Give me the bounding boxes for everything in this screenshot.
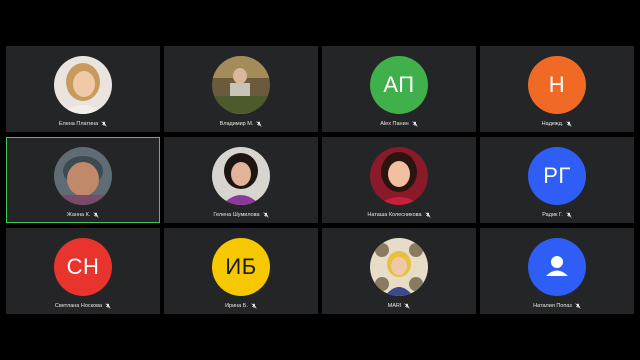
participant-name: Жанна К.	[66, 212, 91, 218]
participant-name: Наташа Колесникова	[367, 212, 422, 218]
avatar-initials-text: АП	[383, 72, 415, 97]
avatar-initials: Н	[528, 56, 586, 114]
avatar-photo	[212, 56, 270, 114]
participant-name: Светлана Носкова	[54, 303, 103, 309]
participant-name: Радик Г.	[542, 212, 563, 218]
mic-muted-icon	[575, 303, 581, 309]
mic-muted-icon	[262, 212, 269, 218]
participant-tile[interactable]: РГ Радик Г.	[480, 137, 634, 223]
avatar-photo	[212, 147, 270, 205]
avatar-photo	[370, 238, 428, 296]
avatar-initials: СН	[54, 238, 112, 296]
mic-muted-icon	[93, 212, 99, 218]
participant-tile[interactable]: ИБ Ирина Б.	[164, 228, 318, 314]
mic-muted-icon	[404, 303, 410, 309]
mic-muted-icon	[251, 303, 257, 309]
mic-muted-icon	[566, 121, 572, 127]
mic-muted-icon	[101, 121, 107, 127]
user-icon	[546, 256, 568, 276]
participant-tile[interactable]: Гелена Шумилова	[164, 137, 318, 223]
avatar-initials-text: Н	[548, 72, 566, 97]
mic-muted-icon	[424, 212, 431, 218]
participant-name: Владимир М.	[219, 121, 254, 127]
participant-tile[interactable]: Наташа Колесникова	[322, 137, 476, 223]
participant-tile[interactable]: СН Светлана Носкова	[6, 228, 160, 314]
participant-tile[interactable]: Наталия Попаз	[480, 228, 634, 314]
avatar-initials-text: ИБ	[225, 254, 257, 279]
participant-tile[interactable]: Владимир М.	[164, 46, 318, 132]
participant-name: Елена Платина	[58, 121, 99, 127]
participant-tile[interactable]: Елена Платина	[6, 46, 160, 132]
avatar-initials: РГ	[528, 147, 586, 205]
participant-name: Наталия Попаз	[533, 303, 572, 309]
avatar-initials: ИБ	[212, 238, 270, 296]
avatar-initials-text: РГ	[543, 163, 571, 188]
mic-muted-icon	[105, 303, 111, 309]
avatar-initials: АП	[370, 56, 428, 114]
mic-muted-icon	[566, 212, 572, 218]
participant-name: Надежд.	[541, 121, 564, 127]
mic-muted-icon	[412, 121, 418, 127]
participant-grid: Елена Платина Владимир М. АП Alex Панин …	[6, 46, 634, 314]
participant-tile[interactable]: АП Alex Панин	[322, 46, 476, 132]
participant-name: MARI	[387, 303, 402, 309]
participant-name: Ирина Б.	[225, 303, 248, 309]
avatar-photo	[370, 147, 428, 205]
participant-tile[interactable]: MARI	[322, 228, 476, 314]
mic-muted-icon	[256, 121, 263, 127]
participant-name: Alex Панин	[380, 121, 409, 127]
avatar-photo	[54, 147, 112, 205]
avatar-initials-text: СН	[66, 254, 100, 279]
participant-name: Гелена Шумилова	[213, 212, 260, 218]
participant-tile-active[interactable]: Жанна К.	[6, 137, 160, 223]
participant-tile[interactable]: Н Надежд.	[480, 46, 634, 132]
avatar-default	[528, 238, 586, 296]
avatar-photo	[54, 56, 112, 114]
